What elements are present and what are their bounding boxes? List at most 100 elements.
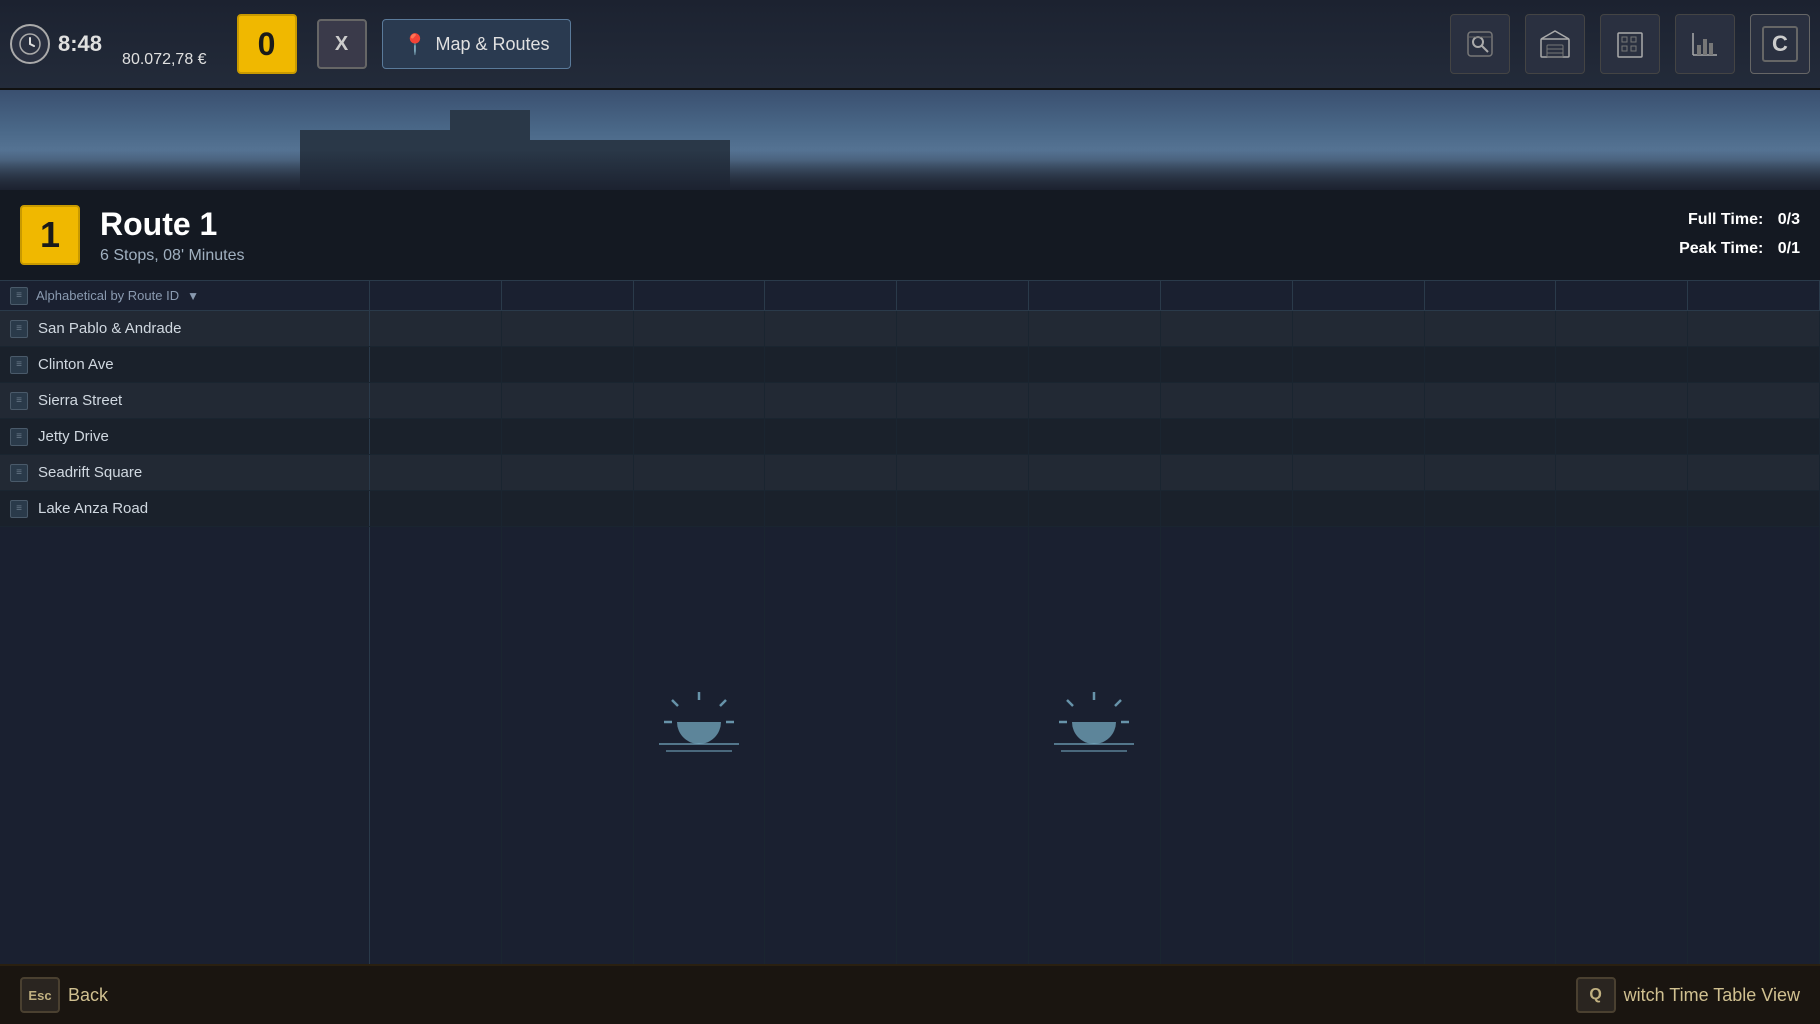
grid-col-3 xyxy=(634,527,766,965)
stop-name: Sierra Street xyxy=(38,392,122,409)
x-button[interactable]: X xyxy=(317,19,367,69)
time-cell xyxy=(634,383,766,418)
main-content: ≡ Alphabetical by Route ID ▼ San Pablo &… xyxy=(0,281,1820,965)
route-number: 1 xyxy=(20,205,80,265)
time-cell xyxy=(1293,455,1425,490)
chart-icon-btn[interactable] xyxy=(1675,14,1735,74)
stop-row[interactable]: Lake Anza Road xyxy=(0,491,1820,527)
time-cell xyxy=(370,419,502,454)
grid-col-1 xyxy=(370,527,502,965)
stop-name-cell: San Pablo & Andrade xyxy=(0,311,370,346)
map-routes-tab[interactable]: 📍 Map & Routes xyxy=(382,19,571,69)
stop-row[interactable]: Jetty Drive xyxy=(0,419,1820,455)
time-cell xyxy=(370,455,502,490)
time-col-5 xyxy=(897,281,1029,310)
time-col-3 xyxy=(634,281,766,310)
bottom-bar: Esc Back Q witch Time Table View xyxy=(0,964,1820,1024)
time-cell xyxy=(1161,383,1293,418)
grid-col-10 xyxy=(1556,527,1688,965)
time-cell xyxy=(1556,491,1688,526)
stop-row[interactable]: San Pablo & Andrade xyxy=(0,311,1820,347)
route-header: 1 Route 1 6 Stops, 08' Minutes Full Time… xyxy=(0,190,1820,281)
time-cell xyxy=(1688,383,1820,418)
back-label: Back xyxy=(68,985,108,1006)
full-time-value: 0/3 xyxy=(1778,211,1800,228)
grid-col-11 xyxy=(1688,527,1820,965)
time-cells xyxy=(370,347,1820,382)
building-icon-btn[interactable] xyxy=(1600,14,1660,74)
switch-view-button[interactable]: Q witch Time Table View xyxy=(1576,977,1800,1013)
time-cell xyxy=(370,383,502,418)
time-cell xyxy=(765,347,897,382)
time-cell xyxy=(1293,311,1425,346)
stop-column-header: ≡ Alphabetical by Route ID ▼ xyxy=(0,281,370,310)
time-cell xyxy=(1556,419,1688,454)
time-cell xyxy=(897,383,1029,418)
time-col-7 xyxy=(1161,281,1293,310)
time-cell xyxy=(1425,347,1557,382)
stop-row[interactable]: Seadrift Square xyxy=(0,455,1820,491)
garage-icon-btn[interactable] xyxy=(1525,14,1585,74)
stop-name-cell: Clinton Ave xyxy=(0,347,370,382)
stop-icon xyxy=(10,320,28,338)
stop-row[interactable]: Clinton Ave xyxy=(0,347,1820,383)
stop-icon xyxy=(10,428,28,446)
switch-view-text: witch Time Table View xyxy=(1624,985,1800,1005)
time-cell xyxy=(634,347,766,382)
stops-container: San Pablo & Andrade Clinton Ave Sierra Str… xyxy=(0,311,1820,527)
time-cell xyxy=(502,311,634,346)
time-cell xyxy=(634,311,766,346)
stop-icon xyxy=(10,500,28,518)
time-col-1 xyxy=(370,281,502,310)
stop-name-cell: Seadrift Square xyxy=(0,455,370,490)
time-cell xyxy=(1688,347,1820,382)
time-col-8 xyxy=(1293,281,1425,310)
grid-col-7 xyxy=(1161,527,1293,965)
top-icons: C xyxy=(1450,14,1810,74)
stop-name-cell: Sierra Street xyxy=(0,383,370,418)
time-cell xyxy=(634,491,766,526)
search-icon-btn[interactable] xyxy=(1450,14,1510,74)
table-header-row: ≡ Alphabetical by Route ID ▼ xyxy=(0,281,1820,311)
time-cell xyxy=(1688,311,1820,346)
time-cell xyxy=(1293,347,1425,382)
time-cell xyxy=(765,491,897,526)
stop-icon xyxy=(10,356,28,374)
time-cells xyxy=(370,419,1820,454)
time-cell xyxy=(1556,383,1688,418)
full-time-label: Full Time: xyxy=(1688,211,1763,228)
time-cell xyxy=(1293,419,1425,454)
time-cell xyxy=(765,419,897,454)
grid-col-4 xyxy=(765,527,897,965)
stop-name: Clinton Ave xyxy=(38,356,114,373)
back-button[interactable]: Esc Back xyxy=(20,977,108,1013)
time-cell xyxy=(1029,383,1161,418)
time-cell xyxy=(1688,455,1820,490)
time-cell xyxy=(1161,455,1293,490)
time-cell xyxy=(370,491,502,526)
time-cell xyxy=(1425,491,1557,526)
time-col-2 xyxy=(502,281,634,310)
time-cell xyxy=(897,419,1029,454)
time-cell xyxy=(502,383,634,418)
time-cell xyxy=(765,383,897,418)
grid-columns xyxy=(370,527,1820,965)
sunrise-icon-2 xyxy=(1049,690,1139,760)
grid-col-9 xyxy=(1425,527,1557,965)
time-cell xyxy=(1688,491,1820,526)
money-display: 80.072,78 € xyxy=(122,51,207,69)
grid-col-6 xyxy=(1029,527,1161,965)
stop-icon xyxy=(10,392,28,410)
stop-row[interactable]: Sierra Street xyxy=(0,383,1820,419)
time-cell xyxy=(897,347,1029,382)
time-cell xyxy=(897,455,1029,490)
stop-icon xyxy=(10,464,28,482)
c-label: C xyxy=(1762,26,1798,62)
time-value: 8:48 xyxy=(58,31,102,57)
time-cell xyxy=(1688,419,1820,454)
map-routes-icon: 📍 xyxy=(403,32,428,57)
c-button[interactable]: C xyxy=(1750,14,1810,74)
time-cell xyxy=(1029,347,1161,382)
time-cell xyxy=(502,491,634,526)
header-label: Alphabetical by Route ID xyxy=(36,288,179,303)
